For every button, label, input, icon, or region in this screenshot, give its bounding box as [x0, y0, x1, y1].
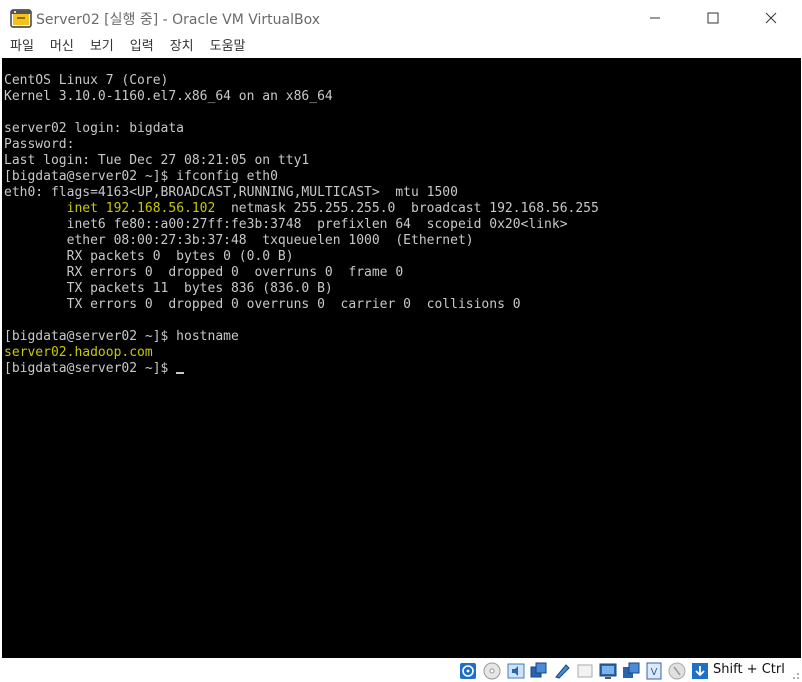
- shared-folders-icon[interactable]: [576, 662, 594, 680]
- menu-devices[interactable]: 장치: [170, 36, 194, 58]
- optical-drive-icon[interactable]: [483, 662, 501, 680]
- display-icon[interactable]: [599, 662, 617, 680]
- terminal-inet-address: 192.168.56.102: [105, 201, 216, 216]
- menu-machine[interactable]: 머신: [50, 36, 74, 58]
- menu-view[interactable]: 보기: [90, 36, 114, 58]
- terminal-hostname-output: server02.hadoop.com: [4, 345, 153, 360]
- vm-console-screen[interactable]: CentOS Linux 7 (Core) Kernel 3.10.0-1160…: [2, 58, 801, 658]
- title-bar: Server02 [실행 중] - Oracle VM VirtualBox: [0, 0, 802, 36]
- terminal-prompt: [bigdata@server02 ~]$: [4, 361, 177, 376]
- terminal-line: CentOS Linux 7 (Core): [4, 73, 169, 88]
- terminal-line: inet6 fe80::a00:27ff:fe3b:3748 prefixlen…: [4, 217, 568, 232]
- virtualbox-vm-icon: [10, 9, 32, 28]
- maximize-button[interactable]: [690, 0, 736, 36]
- hard-disk-icon[interactable]: [459, 662, 477, 680]
- terminal-line: ether 08:00:27:3b:37:48 txqueuelen 1000 …: [4, 233, 474, 248]
- terminal-line: RX errors 0 dropped 0 overruns 0 frame 0: [4, 265, 404, 280]
- usb-icon[interactable]: [553, 662, 571, 680]
- status-bar: V Shift + Ctrl: [0, 658, 802, 682]
- menu-help[interactable]: 도움말: [210, 36, 246, 58]
- terminal-line: TX packets 11 bytes 836 (836.0 B): [4, 281, 333, 296]
- terminal-output: CentOS Linux 7 (Core) Kernel 3.10.0-1160…: [4, 73, 599, 377]
- terminal-cursor: [176, 372, 185, 374]
- terminal-line: [bigdata@server02 ~]$ hostname: [4, 329, 239, 344]
- terminal-line: Password:: [4, 137, 75, 152]
- terminal-line: server02 login: bigdata: [4, 121, 185, 136]
- mouse-integration-icon[interactable]: [668, 662, 686, 680]
- terminal-line: [bigdata@server02 ~]$ ifconfig eth0: [4, 169, 278, 184]
- menu-input[interactable]: 입력: [130, 36, 154, 58]
- cpu-icon[interactable]: V: [645, 662, 663, 680]
- menu-file[interactable]: 파일: [10, 36, 34, 58]
- window-title: Server02 [실행 중] - Oracle VM VirtualBox: [36, 12, 321, 28]
- terminal-line: Kernel 3.10.0-1160.el7.x86_64 on an x86_…: [4, 89, 333, 104]
- svg-text:V: V: [651, 667, 658, 678]
- minimize-button[interactable]: [632, 0, 678, 36]
- terminal-inet-label: inet: [4, 201, 106, 216]
- close-icon: [765, 12, 777, 24]
- resize-grip-icon[interactable]: [790, 670, 800, 680]
- close-button[interactable]: [748, 0, 794, 36]
- maximize-icon: [707, 12, 719, 24]
- network-icon[interactable]: [530, 662, 548, 680]
- terminal-line: eth0: flags=4163<UP,BROADCAST,RUNNING,MU…: [4, 185, 458, 200]
- terminal-line: Last login: Tue Dec 27 08:21:05 on tty1: [4, 153, 310, 168]
- host-key-label: Shift + Ctrl: [713, 662, 785, 677]
- terminal-line: TX errors 0 dropped 0 overruns 0 carrier…: [4, 297, 521, 312]
- menu-bar: 파일 머신 보기 입력 장치 도움말: [0, 36, 802, 58]
- recording-icon[interactable]: [622, 662, 640, 680]
- audio-icon[interactable]: [507, 662, 525, 680]
- terminal-line: RX packets 0 bytes 0 (0.0 B): [4, 249, 294, 264]
- keyboard-capture-icon[interactable]: [691, 662, 709, 680]
- minimize-icon: [650, 17, 660, 19]
- terminal-inet-rest: netmask 255.255.255.0 broadcast 192.168.…: [215, 201, 599, 216]
